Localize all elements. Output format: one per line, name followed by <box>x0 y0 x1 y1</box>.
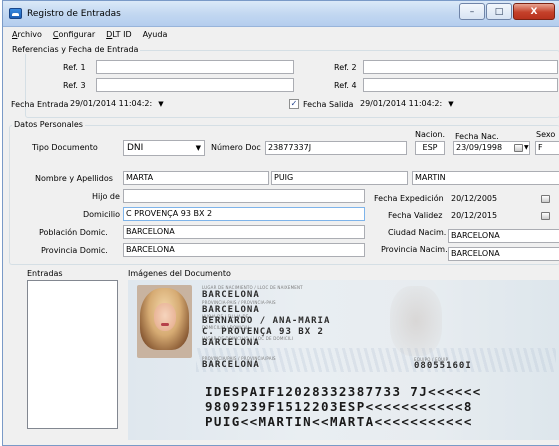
references-group-label: Referencias y Fecha de Entrada <box>10 45 141 54</box>
card-line1: BARCELONA <box>202 290 260 300</box>
sexo-label: Sexo <box>536 130 556 139</box>
ref1-label: Ref. 1 <box>63 63 86 72</box>
menu-configurar[interactable]: Configurar <box>53 28 95 42</box>
entradas-label: Entradas <box>27 269 63 278</box>
main-window: Registro de Entradas – □ X Archivo Confi… <box>2 0 559 446</box>
tipo-doc-select[interactable]: DNI ▼ <box>123 140 205 156</box>
fecha-exp-label: Fecha Expedición <box>374 194 444 203</box>
nombre-label: Nombre y Apellidos <box>35 174 113 183</box>
card-line5: BARCELONA <box>202 338 260 348</box>
ciudad-nac-label: Ciudad Nacim. <box>388 228 447 237</box>
entradas-list[interactable] <box>27 280 118 429</box>
photo-face <box>154 303 176 331</box>
nacion-input[interactable]: ESP <box>415 141 445 155</box>
maximize-button[interactable]: □ <box>486 3 512 20</box>
hijo-de-label: Hijo de <box>92 192 120 201</box>
fecha-exp-value: 20/12/2005 <box>451 194 498 203</box>
mrz-line-1: IDESPAIF12028332387733 7J<<<<<< <box>205 384 482 399</box>
chevron-down-icon: ▼ <box>158 100 164 108</box>
ciudad-nac-input[interactable]: BARCELONA <box>448 229 559 243</box>
chevron-down-icon: ▼ <box>195 144 201 152</box>
menu-ayuda-label: Ayuda <box>142 30 168 39</box>
tipo-doc-value: DNI <box>127 143 144 153</box>
apellido2-input[interactable]: MARTIN <box>412 171 559 185</box>
window-title: Registro de Entradas <box>27 9 121 19</box>
calendar-icon[interactable] <box>514 144 523 152</box>
menu-ayuda[interactable]: Ayuda <box>143 28 168 42</box>
provincia-input[interactable]: BARCELONA <box>123 243 365 257</box>
num-doc-input[interactable]: 23877337J <box>265 141 407 155</box>
documento-label: Imágenes del Documento <box>128 269 231 278</box>
fecha-salida-value: 29/01/2014 11:04:2: <box>360 99 443 108</box>
menu-archivo[interactable]: Archivo <box>12 28 42 42</box>
fecha-salida-label: Fecha Salida <box>303 100 354 109</box>
app-icon <box>9 8 22 19</box>
window-controls: – □ X <box>458 3 555 20</box>
fecha-val-label: Fecha Validez <box>388 211 443 220</box>
photo-lips <box>161 323 169 326</box>
ref4-input[interactable] <box>363 78 558 92</box>
card-line6: BARCELONA <box>202 360 260 370</box>
tipo-doc-label: Tipo Documento <box>32 143 98 152</box>
fecha-entrada-picker[interactable]: 29/01/2014 11:04:2: ▼ <box>70 97 164 111</box>
fecha-salida-checkbox[interactable]: ✓ <box>289 99 299 109</box>
domicilio-input[interactable]: C PROVENÇA 93 BX 2 <box>123 207 365 221</box>
ref1-input[interactable] <box>96 60 294 74</box>
nombre-input[interactable]: MARTA <box>123 171 269 185</box>
id-card-image: LUGAR DE NACIMIENTO / LLOC DE NAIXEMENT … <box>128 280 559 440</box>
personal-data-group-label: Datos Personales <box>12 120 85 129</box>
ref4-label: Ref. 4 <box>334 81 357 90</box>
ref3-label: Ref. 3 <box>63 81 86 90</box>
minimize-button[interactable]: – <box>459 3 485 20</box>
fecha-nac-value: 23/09/1998 <box>456 143 503 152</box>
menu-configurar-label: onfigurar <box>58 30 96 39</box>
provincia-nac-label: Provincia Nacim. <box>381 245 448 254</box>
fecha-nac-label: Fecha Nac. <box>455 132 499 141</box>
mrz-line-2: 9809239F1512203ESP<<<<<<<<<<<8 <box>205 399 473 414</box>
poblacion-label: Población Domic. <box>39 228 108 237</box>
document-image-panel: LUGAR DE NACIMIENTO / LLOC DE NAIXEMENT … <box>128 280 559 440</box>
close-button[interactable]: X <box>513 3 555 20</box>
domicilio-label: Domicilio <box>83 210 121 219</box>
menu-dlt-id[interactable]: DLT ID <box>106 28 131 42</box>
holder-photo <box>137 285 192 358</box>
menu-bar: Archivo Configurar DLT ID Ayuda <box>3 28 559 42</box>
fecha-entrada-label: Fecha Entrada <box>11 100 69 109</box>
provincia-label: Provincia Domic. <box>41 246 108 255</box>
ref3-input[interactable] <box>96 78 294 92</box>
menu-dlt-id-label: LT ID <box>112 30 132 39</box>
title-bar[interactable]: Registro de Entradas – □ X <box>3 1 559 27</box>
num-doc-label: Número Doc <box>211 143 261 152</box>
ref2-input[interactable] <box>363 60 558 74</box>
nacion-label: Nacion. <box>415 130 446 139</box>
chevron-down-icon: ▼ <box>524 144 529 151</box>
chevron-down-icon: ▼ <box>448 100 454 108</box>
calendar-icon[interactable] <box>541 212 550 220</box>
sexo-input[interactable]: F <box>535 141 559 155</box>
fecha-salida-picker[interactable]: 29/01/2014 11:04:2: ▼ <box>360 97 454 111</box>
mrz-line-3: PUIG<<MARTIN<<MARTA<<<<<<<<<<< <box>205 414 473 429</box>
fecha-val-input[interactable]: 20/12/2015 <box>448 209 551 223</box>
card-equipo: 08055160I <box>414 361 472 371</box>
ghost-photo <box>390 286 442 356</box>
fecha-val-value: 20/12/2015 <box>451 211 498 220</box>
provincia-nac-input[interactable]: BARCELONA <box>448 247 559 261</box>
apellido1-input[interactable]: PUIG <box>271 171 408 185</box>
ref2-label: Ref. 2 <box>334 63 357 72</box>
fecha-exp-input[interactable]: 20/12/2005 <box>448 192 551 206</box>
fecha-nac-input[interactable]: 23/09/1998 ▼ <box>453 141 530 155</box>
hijo-de-input[interactable] <box>123 189 365 203</box>
calendar-icon[interactable] <box>541 195 550 203</box>
poblacion-input[interactable]: BARCELONA <box>123 225 365 239</box>
menu-archivo-label: rchivo <box>17 30 42 39</box>
fecha-entrada-value: 29/01/2014 11:04:2: <box>70 99 153 108</box>
